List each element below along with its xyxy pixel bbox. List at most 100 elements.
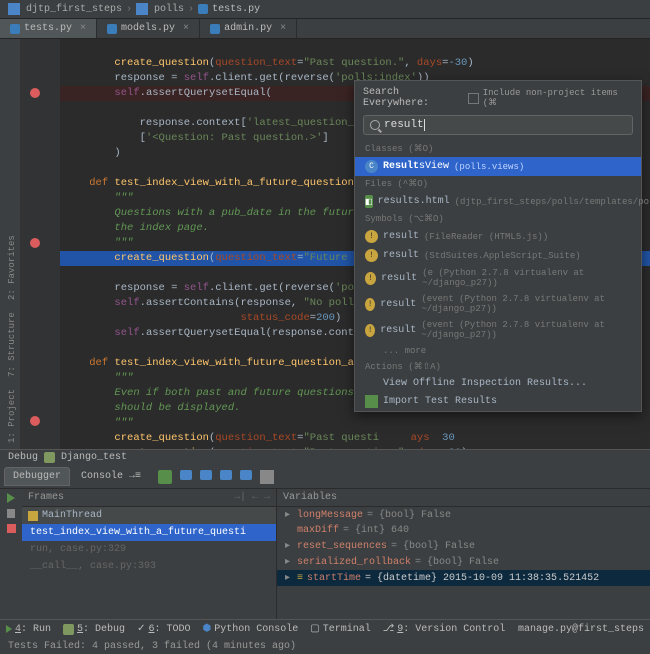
debug-title-bar: Debug Django_test <box>0 450 650 465</box>
thread-name: MainThread <box>42 510 102 521</box>
tab-models[interactable]: models.py × <box>97 19 200 38</box>
terminal-tool[interactable]: ▢Terminal <box>310 623 370 635</box>
checkbox-icon <box>468 93 479 104</box>
result-symbol[interactable]: ! result (event (Python 2.7.8 virtualenv… <box>355 291 641 317</box>
section-actions: Actions (⌘⇧A) <box>355 359 641 375</box>
breakpoint-icon[interactable] <box>30 88 40 98</box>
chevron-right-icon: › <box>126 4 132 15</box>
breakpoint-icon[interactable] <box>30 238 40 248</box>
run-to-cursor-icon[interactable] <box>240 470 252 480</box>
todo-tool[interactable]: ✓6: TODO <box>137 623 190 635</box>
result-symbol[interactable]: ! result (FileReader (HTML5.js)) <box>355 227 641 246</box>
section-files: Files (^⌘O) <box>355 176 641 192</box>
result-file[interactable]: ◧ results.html (djtp_first_steps/polls/t… <box>355 192 641 211</box>
frame-item[interactable]: __call__, case.py:393 <box>22 558 276 575</box>
variable-row[interactable]: maxDiff = {int} 640 <box>277 523 650 538</box>
step-into-icon[interactable] <box>200 470 212 480</box>
rail-project[interactable]: 1: Project <box>0 383 20 449</box>
close-icon[interactable]: × <box>280 23 286 34</box>
variable-row[interactable]: ▸serialized_rollback = {bool} False <box>277 554 650 570</box>
rail-structure[interactable]: 7: Structure <box>0 306 20 383</box>
python-file-icon <box>210 24 220 34</box>
result-symbol[interactable]: ! result (e (Python 2.7.8 virtualenv at … <box>355 265 641 291</box>
editor-tabs: tests.py × models.py × admin.py × <box>0 19 650 39</box>
python-file-icon <box>10 24 20 34</box>
section-symbols: Symbols (⌥⌘O) <box>355 211 641 227</box>
bug-icon <box>44 452 55 463</box>
thread-icon <box>28 511 38 521</box>
debug-label: Debug <box>8 452 38 463</box>
result-symbol[interactable]: ! result (StdSuites.AppleScript_Suite) <box>355 246 641 265</box>
folder-icon <box>136 3 148 15</box>
frames-pane: Frames →| ← → MainThread test_index_view… <box>22 489 277 619</box>
breadcrumb: djtp_first_steps › polls › tests.py <box>0 0 650 19</box>
html-file-icon: ◧ <box>365 195 373 208</box>
tab-tests[interactable]: tests.py × <box>0 19 97 38</box>
tab-admin[interactable]: admin.py × <box>200 19 297 38</box>
resume-button[interactable] <box>7 493 15 503</box>
search-input[interactable]: result <box>363 115 633 135</box>
left-tool-rail: 1: Project 7: Structure 2: Favorites <box>0 39 20 449</box>
result-class[interactable]: C ResultsView (polls.views) <box>355 157 641 176</box>
step-out-icon[interactable] <box>220 470 232 480</box>
breadcrumb-folder[interactable]: polls <box>154 4 184 15</box>
result-symbol[interactable]: ! result (event (Python 2.7.8 virtualenv… <box>355 317 641 343</box>
tab-label: tests.py <box>24 23 72 34</box>
search-query: result <box>384 119 425 131</box>
include-non-project-checkbox[interactable]: Include non-project items (⌘ <box>468 88 633 108</box>
editor-gutter[interactable] <box>20 39 60 449</box>
frame-item[interactable]: test_index_view_with_a_future_questi <box>22 524 276 541</box>
close-icon[interactable]: × <box>80 23 86 34</box>
variables-label: Variables <box>283 492 337 503</box>
rail-favorites[interactable]: 2: Favorites <box>0 229 20 306</box>
chevron-right-icon: › <box>188 4 194 15</box>
symbol-icon: ! <box>365 298 375 311</box>
rerun-icon[interactable] <box>158 470 172 484</box>
debug-tabs: Debugger Console →≡ <box>0 465 650 489</box>
python-file-icon <box>198 4 208 14</box>
import-icon <box>365 395 378 408</box>
section-classes: Classes (⌘O) <box>355 141 641 157</box>
tab-debugger[interactable]: Debugger <box>4 467 70 486</box>
result-action[interactable]: Import Test Results <box>355 392 641 411</box>
step-over-icon[interactable] <box>180 470 192 480</box>
pause-button[interactable] <box>7 509 15 518</box>
status-text: Tests Failed: 4 passed, 3 failed (4 minu… <box>8 641 296 652</box>
frame-item[interactable]: run, case.py:329 <box>22 541 276 558</box>
python-file-icon <box>107 24 117 34</box>
python-console-tool[interactable]: ⬢Python Console <box>202 623 298 635</box>
breadcrumb-file[interactable]: tests.py <box>212 4 260 15</box>
folder-icon <box>8 3 20 15</box>
breakpoint-icon[interactable] <box>30 416 40 426</box>
variable-row[interactable]: ▸reset_sequences = {bool} False <box>277 538 650 554</box>
symbol-icon: ! <box>365 324 375 337</box>
search-icon <box>370 120 380 130</box>
status-bar: Tests Failed: 4 passed, 3 failed (4 minu… <box>0 638 650 654</box>
symbol-icon: ! <box>365 272 376 285</box>
symbol-icon: ! <box>365 249 378 262</box>
class-icon: C <box>365 160 378 173</box>
run-tool[interactable]: 4: Run <box>6 623 51 635</box>
search-everywhere-popup: Search Everywhere: Include non-project i… <box>354 80 642 412</box>
tab-console[interactable]: Console →≡ <box>72 467 150 486</box>
debug-tool[interactable]: 5: Debug <box>63 623 125 635</box>
search-title: Search Everywhere: <box>363 87 468 109</box>
debug-left-rail <box>0 489 22 619</box>
bottom-tool-bar: 4: Run 5: Debug ✓6: TODO ⬢Python Console… <box>0 619 650 638</box>
result-more[interactable]: ... more <box>355 343 641 359</box>
result-action[interactable]: View Offline Inspection Results... <box>355 375 641 392</box>
close-icon[interactable]: × <box>183 23 189 34</box>
debug-config: Django_test <box>61 452 127 463</box>
stop-button[interactable] <box>7 524 16 533</box>
checkbox-label: Include non-project items (⌘ <box>483 88 633 108</box>
thread-selector[interactable]: MainThread <box>22 507 276 524</box>
frames-nav-icons[interactable]: →| ← → <box>234 492 270 503</box>
variable-row[interactable]: ▸longMessage = {bool} False <box>277 507 650 523</box>
run-config[interactable]: manage.py@first_steps <box>518 623 644 635</box>
version-control-tool[interactable]: ⎇9: Version Control <box>383 623 506 635</box>
evaluate-icon[interactable] <box>260 470 274 484</box>
tab-label: models.py <box>121 23 175 34</box>
variable-row[interactable]: ▸≡ startTime = {datetime} 2015-10-09 11:… <box>277 570 650 586</box>
tab-label: admin.py <box>224 23 272 34</box>
breadcrumb-root[interactable]: djtp_first_steps <box>26 4 122 15</box>
